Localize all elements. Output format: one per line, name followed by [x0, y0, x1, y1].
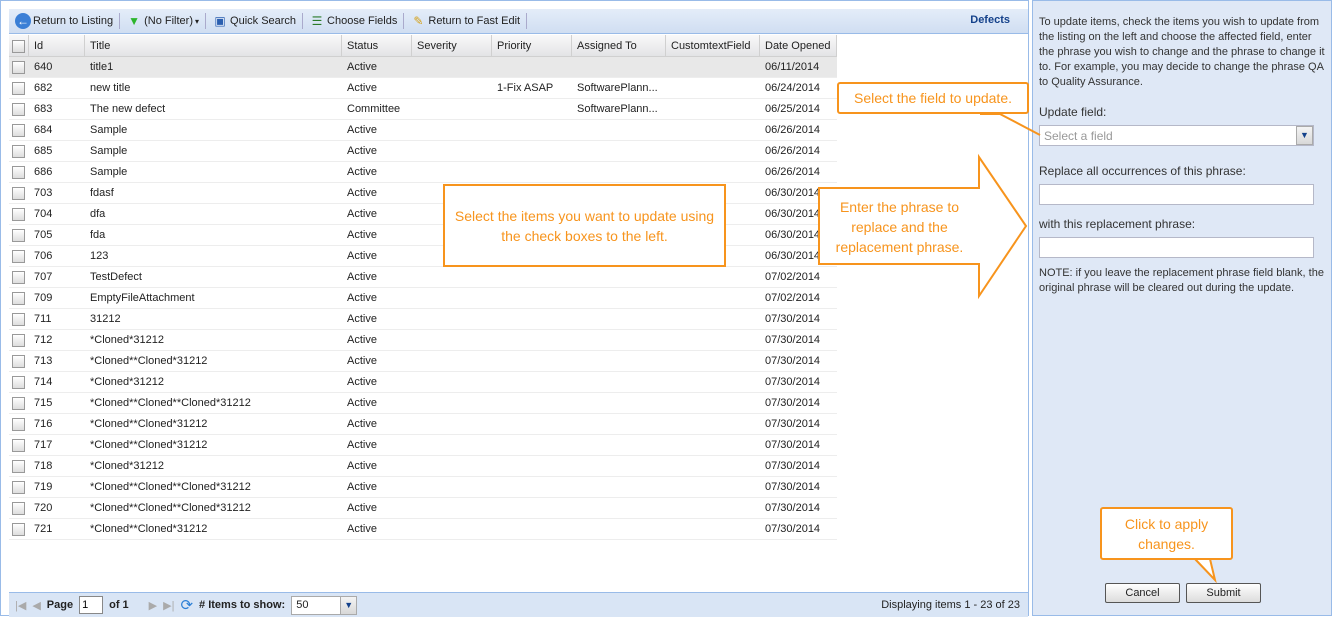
callout-phrase: Enter the phrase to replace and the repl…: [835, 199, 964, 255]
callout-field: Select the field to update.: [837, 82, 1029, 114]
callout-apply: Click to apply changes.: [1100, 507, 1233, 560]
callout-items: Select the items you want to update usin…: [443, 184, 726, 267]
